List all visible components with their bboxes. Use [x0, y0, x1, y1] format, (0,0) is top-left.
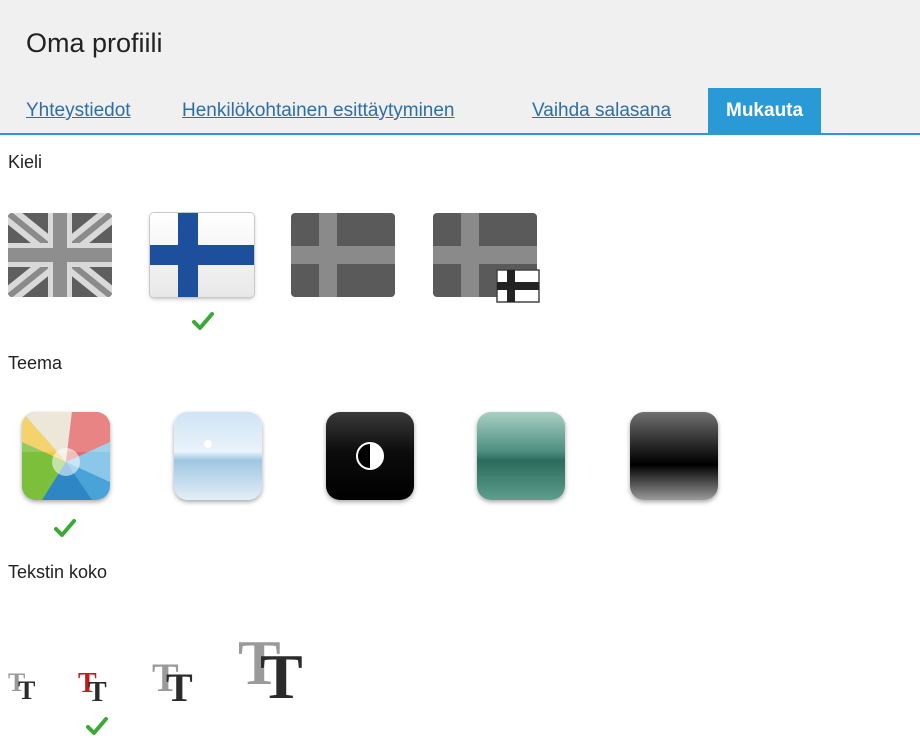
text-size-label: Tekstin koko	[8, 562, 108, 582]
theme-option-green[interactable]	[477, 412, 565, 500]
sky-theme-icon	[174, 412, 262, 500]
tab-bar: Yhteystiedot Henkilökohtainen esittäytym…	[0, 88, 920, 135]
tab-yhteystiedot[interactable]: Yhteystiedot	[26, 100, 131, 122]
text-size-option-medium[interactable]: T T	[78, 668, 124, 738]
finland-flag-icon	[150, 213, 254, 297]
page-title: Oma profiili	[26, 28, 163, 58]
sweden-flag-icon	[291, 213, 395, 297]
tab-henkilokohtainen-esittaytyminen[interactable]: Henkilökohtainen esittäytyminen	[182, 100, 455, 122]
theme-label: Teema	[8, 353, 63, 373]
text-size-option-large[interactable]: T T	[152, 654, 212, 724]
theme-option-dark[interactable]	[630, 412, 718, 500]
language-option-english[interactable]	[8, 213, 112, 297]
green-theme-icon	[477, 412, 565, 500]
uk-flag-icon	[8, 213, 112, 297]
tab-underline	[0, 133, 920, 135]
high-contrast-theme-icon	[326, 412, 414, 500]
page-header: Oma profiili Yhteystiedot Henkilökohtain…	[0, 0, 920, 135]
sweden-finland-flag-icon	[433, 213, 540, 303]
tab-vaihda-salasana[interactable]: Vaihda salasana	[532, 100, 671, 122]
theme-option-sky[interactable]	[174, 412, 262, 500]
selected-check-icon	[86, 717, 108, 735]
language-label: Kieli	[8, 152, 43, 172]
selected-check-icon	[54, 519, 76, 537]
language-option-swedish[interactable]	[291, 213, 395, 297]
language-option-finnish[interactable]	[150, 213, 254, 330]
colorful-theme-icon	[22, 412, 110, 500]
language-option-swedish-finland[interactable]	[433, 213, 540, 303]
theme-option-high-contrast[interactable]	[326, 412, 414, 500]
text-size-option-xlarge[interactable]: T T	[238, 626, 328, 721]
theme-option-colorful[interactable]	[22, 412, 110, 537]
text-size-option-small[interactable]: T T	[8, 668, 48, 718]
selected-check-icon	[192, 312, 214, 330]
tab-mukauta[interactable]: Mukauta	[708, 88, 822, 133]
dark-theme-icon	[630, 412, 718, 500]
